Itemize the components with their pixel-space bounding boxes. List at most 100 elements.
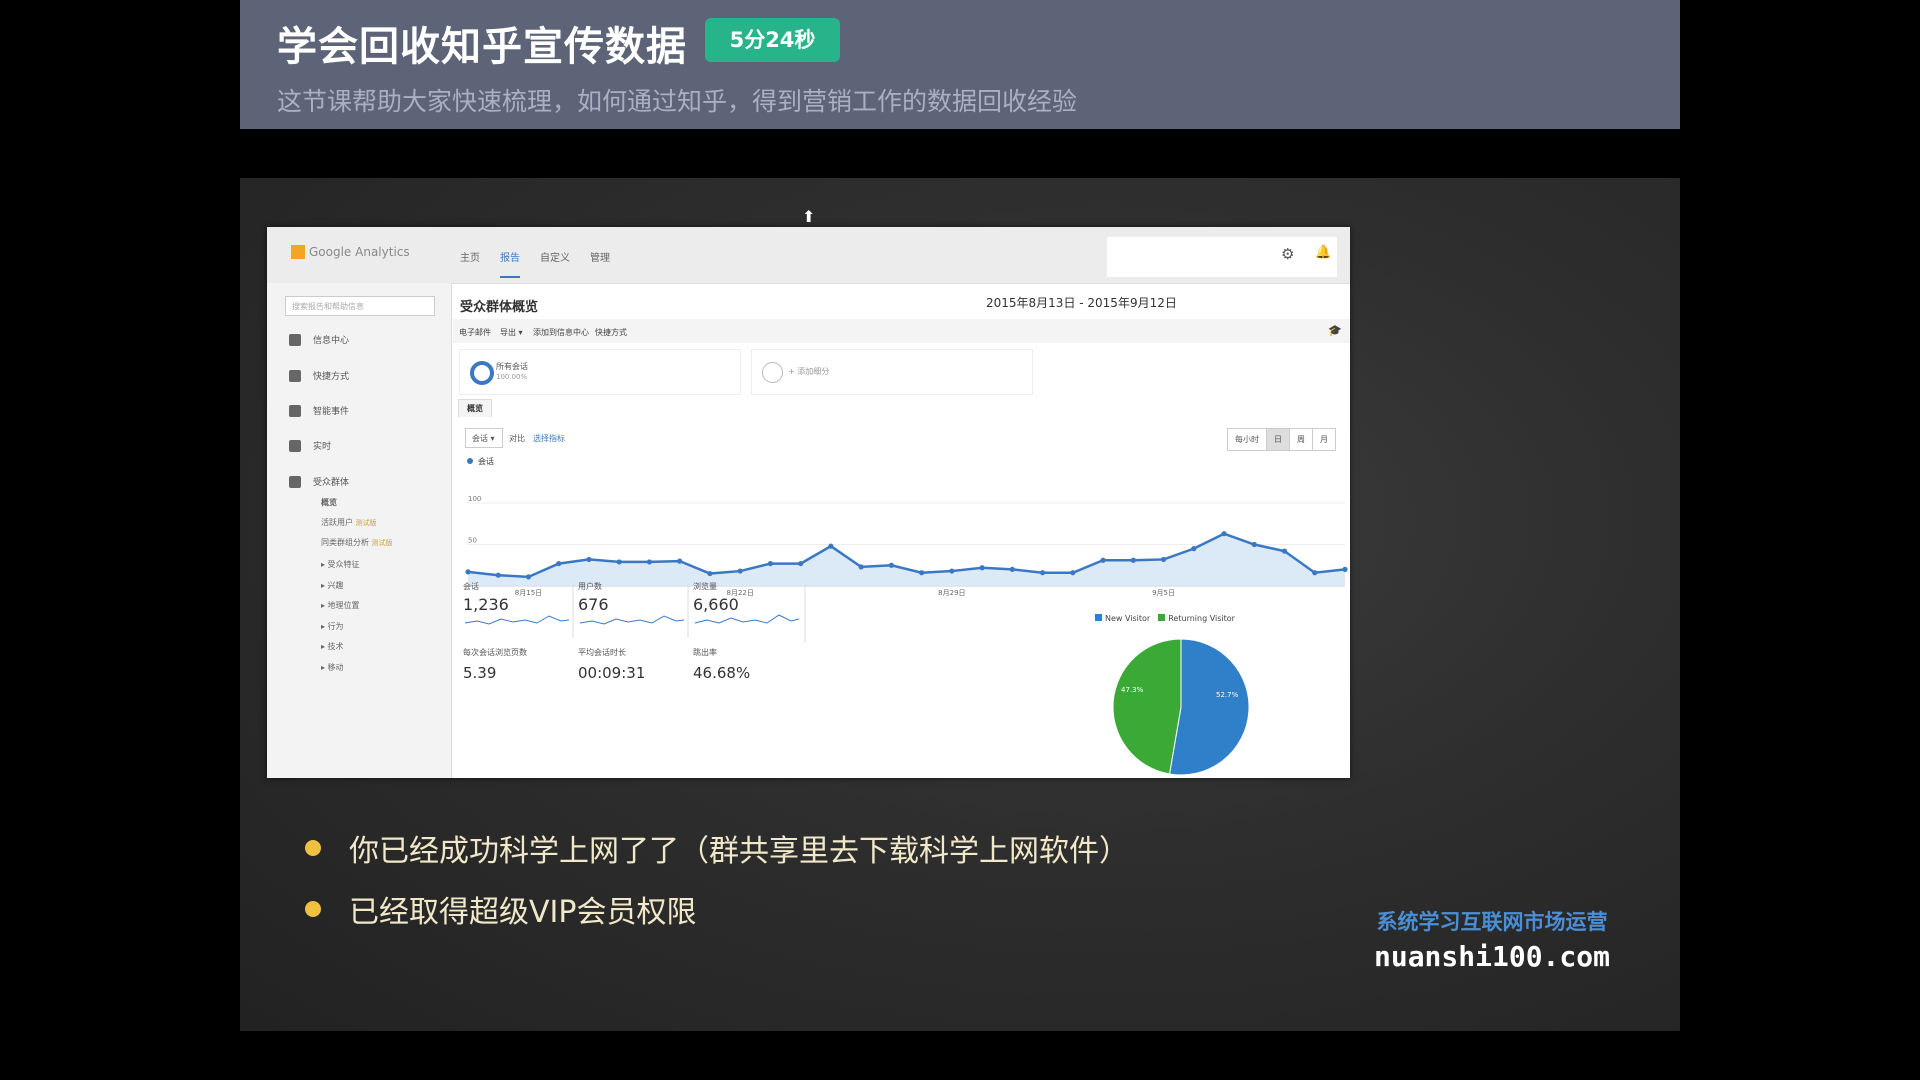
data-point [919,570,925,576]
data-point [1281,548,1288,554]
mouse-cursor-icon: ⬆ [802,207,816,226]
granularity-month[interactable]: 月 [1312,429,1335,450]
sub-item-label: 同类群组分析 [321,538,369,547]
kpi-value: 00:09:31 [578,664,646,682]
segment-label: 所有会话 100.00% [496,361,528,381]
kpi-value: 5.39 [463,664,497,682]
sidebar-item-shortcuts[interactable]: 快捷方式 [289,369,349,382]
data-point [1191,546,1197,552]
data-point [828,543,834,549]
kpi-value: 46.68% [693,664,751,682]
data-point [1251,541,1257,548]
ga-logo[interactable]: Google Analytics [291,245,410,259]
segment-percent: 100.00% [496,373,528,381]
pie-legend: New Visitor Returning Visitor [1095,614,1235,623]
brand-domain: nuanshi100.com [1373,940,1610,973]
tab-overview[interactable]: 概览 [458,399,492,417]
tab-admin[interactable]: 管理 [590,249,610,278]
data-point [798,560,804,567]
tab-customization[interactable]: 自定义 [540,249,570,278]
location-pin-icon [289,404,301,417]
sidebar-sub-technology[interactable]: ▸ 技术 [321,641,344,652]
bullet-dot-icon [305,840,321,856]
granularity-hourly[interactable]: 每小时 [1228,429,1266,450]
sidebar-item-label: 智能事件 [313,407,350,417]
export-button[interactable]: 导出 ▾ [500,327,523,338]
data-point [767,560,774,567]
bullet-text: 已经取得超级VIP会员权限 [349,895,697,930]
sparkline-pageviews [694,614,800,624]
granularity-toggle: 每小时 日 周 月 [1227,428,1336,451]
data-point [1160,556,1167,563]
kpi-sparklines [464,583,806,643]
legend-new-visitor: New Visitor [1095,614,1150,623]
sidebar-sub-cohort[interactable]: 同类群组分析 测试版 [321,537,393,548]
data-point [1221,531,1227,537]
add-segment-box[interactable]: + 添加细分 [751,349,1033,395]
sidebar-sub-interests[interactable]: ▸ 兴趣 [321,580,344,591]
data-point [979,565,985,571]
gear-icon[interactable]: ⚙ [1281,245,1294,263]
tab-home[interactable]: 主页 [460,249,480,278]
add-to-dashboard-button[interactable]: 添加到信息中心 [533,327,589,338]
sidebar-sub-mobile[interactable]: ▸ 移动 [321,662,344,673]
sidebar-item-dashboards[interactable]: 信息中心 [289,333,349,346]
x-tick-label: 9月5日 [1152,589,1175,597]
segment-name: 所有会话 [496,362,528,371]
data-point [1039,570,1046,576]
report-search-input[interactable]: 搜索报告和帮助信息 [285,296,435,316]
visitor-pie-chart: 52.7% 47.3% [1112,638,1250,776]
email-button[interactable]: 电子邮件 [459,327,491,338]
x-tick-label: 8月29日 [938,589,965,597]
data-point [1342,566,1348,572]
beta-tag: 测试版 [355,519,377,527]
data-point [737,568,743,574]
ga-topbar: Google Analytics 主页 报告 自定义 管理 ⚙ 🔔 [267,227,1350,284]
kpi-label: 平均会话时长 [578,648,626,657]
kpi-pages-per-session: 每次会话浏览页数 5.39 [463,647,527,682]
sidebar-item-label: 受众群体 [313,478,350,488]
sidebar-item-realtime[interactable]: 实时 [289,439,331,452]
duration-badge: 5分24秒 [705,18,840,62]
metric-selector[interactable]: 会话 ▾ [465,428,503,448]
account-area [1107,237,1337,277]
add-segment-label: + 添加细分 [788,367,830,376]
bullet-item: 你已经成功科学上网了了（群共享里去下载科学上网软件） [305,826,1129,870]
sidebar-sub-active-users[interactable]: 活跃用户 测试版 [321,517,377,528]
data-point [677,558,683,564]
kpi-label: 跳出率 [693,648,717,657]
page-title: 受众群体概览 [460,300,539,315]
sidebar-sub-geo[interactable]: ▸ 地理位置 [321,600,360,611]
segment-circle-icon [470,361,494,385]
bullet-item: 已经取得超级VIP会员权限 [305,887,1129,931]
bullet-text: 你已经成功科学上网了了（群共享里去下载科学上网软件） [349,834,1129,869]
lesson-subtitle: 这节课帮助大家快速梳理，如何通过知乎，得到营销工作的数据回收经验 [277,87,1078,116]
legend-label: New Visitor [1105,614,1151,623]
lesson-header: 学会回收知乎宣传数据 5分24秒 这节课帮助大家快速梳理，如何通过知乎，得到营销… [240,0,1680,129]
bullet-dot-icon [305,901,321,917]
select-metric-link[interactable]: 选择指标 [533,433,565,444]
notification-bell-icon[interactable]: 🔔 [1315,245,1331,260]
sidebar-sub-behavior[interactable]: ▸ 行为 [321,621,344,632]
data-point [556,560,562,567]
sidebar-item-intelligence[interactable]: 智能事件 [289,404,349,417]
shortcut-button[interactable]: 快捷方式 [595,327,627,338]
data-point [858,564,864,570]
ga-sidebar: 搜索报告和帮助信息 信息中心 快捷方式 智能事件 实时 受众群体 概览 活跃用户… [267,283,452,778]
granularity-week[interactable]: 周 [1289,429,1312,450]
data-point [888,562,894,568]
graduation-cap-icon[interactable]: 🎓 [1328,324,1342,337]
sidebar-sub-demographics[interactable]: ▸ 受众特征 [321,559,360,570]
segment-all-sessions[interactable]: 所有会话 100.00% [459,349,741,395]
sidebar-item-label: 快捷方式 [313,372,350,382]
sidebar-item-audience[interactable]: 受众群体 [289,475,349,488]
tab-reports[interactable]: 报告 [500,249,520,278]
legend-returning-visitor: Returning Visitor [1158,614,1235,623]
logo-text: Google Analytics [309,245,410,259]
brand-watermark: 系统学习互联网市场运营 nuanshi100.com [1374,906,1610,973]
date-range-picker[interactable]: 2015年8月13日 - 2015年9月12日 [986,294,1177,311]
sidebar-sub-overview[interactable]: 概览 [321,497,337,508]
sub-item-label: ▸ 地理位置 [321,601,360,610]
granularity-day[interactable]: 日 [1266,429,1289,450]
lesson-title: 学会回收知乎宣传数据 [277,24,687,70]
